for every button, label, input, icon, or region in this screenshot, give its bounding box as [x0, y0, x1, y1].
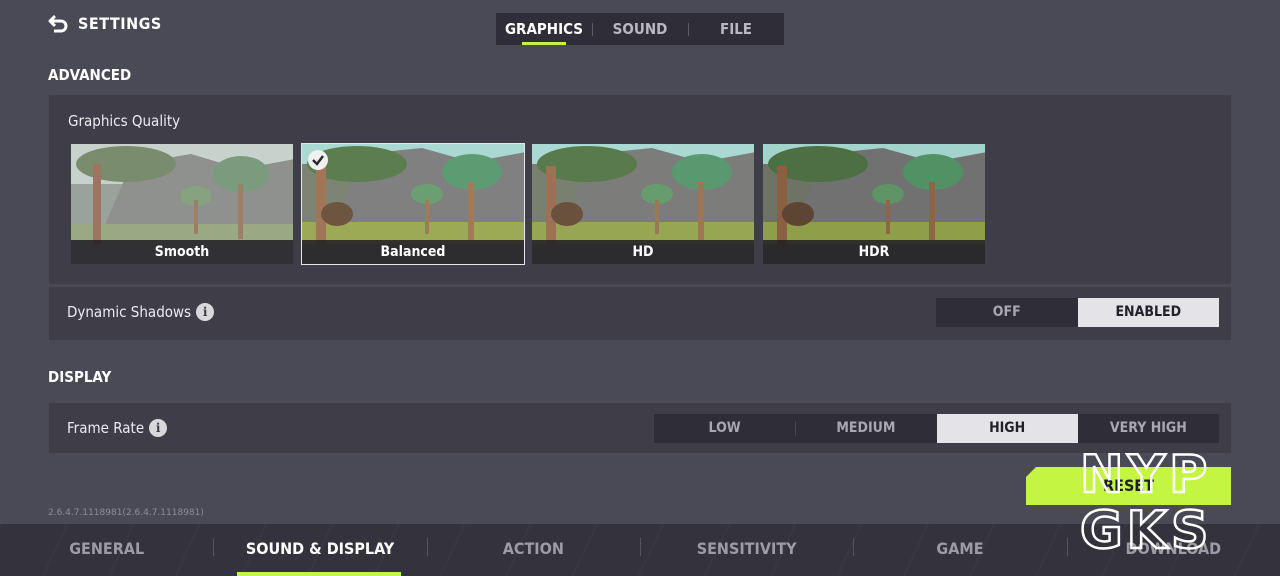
frame-rate-label: Frame Rate	[67, 419, 145, 437]
nav-general[interactable]: GENERAL	[0, 524, 213, 576]
tab-graphics[interactable]: GRAPHICS	[496, 13, 592, 45]
nav-sound-display[interactable]: SOUND & DISPLAY	[213, 524, 426, 576]
watermark-line-2: GKS	[1080, 501, 1212, 552]
page-title: SETTINGS	[78, 13, 162, 33]
frame-rate-option-medium[interactable]: MEDIUM	[795, 414, 936, 443]
quality-option-hdr[interactable]: HDR	[762, 143, 986, 265]
graphics-quality-panel: Graphics Quality Smooth Balanced HD HDR	[49, 95, 1231, 284]
nav-sensitivity[interactable]: SENSITIVITY	[639, 524, 853, 576]
watermark-logo: NYP GKS	[1080, 446, 1212, 552]
graphics-quality-label: Graphics Quality	[68, 112, 181, 130]
frame-rate-option-high[interactable]: HIGH	[936, 414, 1078, 443]
frame-rate-selector: LOW MEDIUM HIGH VERY HIGH	[654, 414, 1219, 443]
info-icon[interactable]: i	[149, 419, 168, 437]
shadows-option-enabled[interactable]: ENABLED	[1077, 298, 1219, 327]
check-icon	[308, 150, 328, 170]
quality-caption: Balanced	[302, 240, 524, 264]
watermark-line-1: NYP	[1080, 446, 1211, 505]
quality-caption: Smooth	[71, 240, 293, 264]
section-title-display: DISPLAY	[48, 368, 112, 386]
section-title-advanced: ADVANCED	[48, 66, 132, 84]
dynamic-shadows-row: Dynamic Shadows i OFF ENABLED	[49, 287, 1231, 340]
dynamic-shadows-toggle: OFF ENABLED	[936, 298, 1219, 327]
quality-option-hd[interactable]: HD	[531, 143, 755, 265]
tab-file[interactable]: FILE	[688, 13, 784, 45]
quality-caption: HD	[532, 240, 754, 264]
quality-option-balanced[interactable]: Balanced	[301, 143, 525, 265]
frame-rate-option-low[interactable]: LOW	[654, 414, 795, 443]
frame-rate-option-very-high[interactable]: VERY HIGH	[1078, 414, 1219, 443]
quality-caption: HDR	[763, 240, 985, 264]
shadows-option-off[interactable]: OFF	[936, 298, 1078, 327]
frame-rate-row: Frame Rate i LOW MEDIUM HIGH VERY HIGH	[49, 403, 1231, 453]
version-text: 2.6.4.7.1118981(2.6.4.7.1118981)	[48, 508, 204, 518]
frame-rate-label-group: Frame Rate i	[67, 419, 168, 437]
dynamic-shadows-label: Dynamic Shadows	[67, 303, 192, 321]
back-arrow-icon	[48, 14, 68, 33]
nav-action[interactable]: ACTION	[426, 524, 640, 576]
quality-option-smooth[interactable]: Smooth	[70, 143, 294, 265]
tab-sound[interactable]: SOUND	[592, 13, 688, 45]
dynamic-shadows-label-group: Dynamic Shadows i	[67, 303, 215, 321]
nav-game[interactable]: GAME	[853, 524, 1066, 576]
info-icon[interactable]: i	[196, 303, 215, 321]
back-button[interactable]: SETTINGS	[48, 12, 162, 34]
top-tab-bar: GRAPHICS SOUND FILE	[496, 13, 784, 45]
